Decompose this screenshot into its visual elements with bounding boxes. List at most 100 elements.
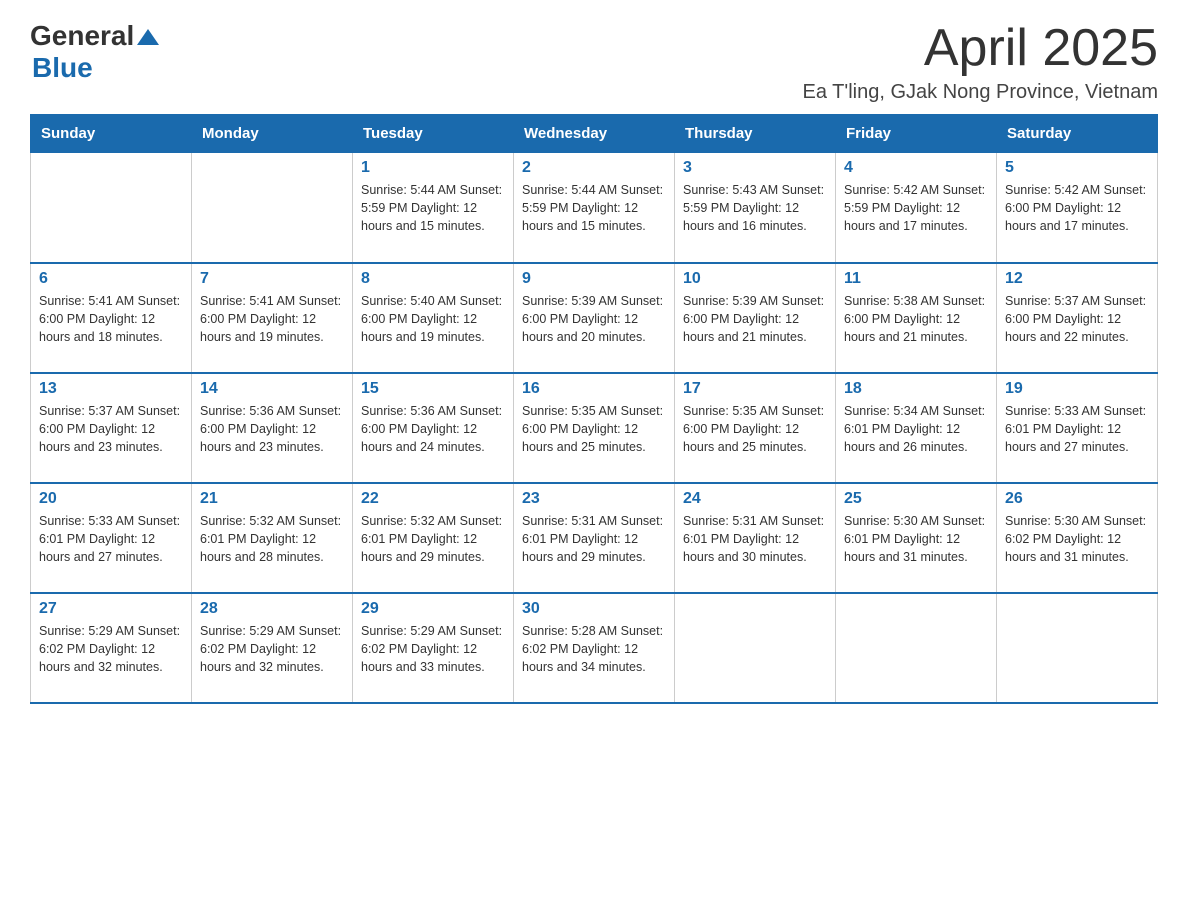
day-number: 18 <box>844 380 988 398</box>
day-info: Sunrise: 5:33 AM Sunset: 6:01 PM Dayligh… <box>1005 402 1149 456</box>
calendar-cell: 8 Sunrise: 5:40 AM Sunset: 6:00 PM Daylig… <box>353 263 514 373</box>
day-info: Sunrise: 5:33 AM Sunset: 6:01 PM Dayligh… <box>39 512 183 566</box>
day-number: 10 <box>683 270 827 288</box>
calendar-cell: 23 Sunrise: 5:31 AM Sunset: 6:01 PM Dayli… <box>514 483 675 593</box>
calendar-cell: 22 Sunrise: 5:32 AM Sunset: 6:01 PM Dayli… <box>353 483 514 593</box>
calendar-cell: 29 Sunrise: 5:29 AM Sunset: 6:02 PM Dayli… <box>353 593 514 703</box>
calendar-cell <box>997 593 1158 703</box>
day-number: 27 <box>39 600 183 618</box>
day-info: Sunrise: 5:43 AM Sunset: 5:59 PM Dayligh… <box>683 181 827 235</box>
day-info: Sunrise: 5:29 AM Sunset: 6:02 PM Dayligh… <box>200 622 344 676</box>
calendar-cell: 20 Sunrise: 5:33 AM Sunset: 6:01 PM Dayli… <box>31 483 192 593</box>
day-number: 22 <box>361 490 505 508</box>
calendar-week-row: 1 Sunrise: 5:44 AM Sunset: 5:59 PM Daylig… <box>31 153 1158 263</box>
day-number: 13 <box>39 380 183 398</box>
page-header: General Blue April 2025 Ea T'ling, GJak … <box>30 20 1158 104</box>
day-info: Sunrise: 5:37 AM Sunset: 6:00 PM Dayligh… <box>39 402 183 456</box>
calendar-cell: 15Sunrise: 5:36 AM Sunset: 6:00 PM Dayli… <box>353 373 514 483</box>
day-number: 16 <box>522 380 666 398</box>
day-info: Sunrise: 5:42 AM Sunset: 6:00 PM Dayligh… <box>1005 181 1149 235</box>
calendar-cell: 6Sunrise: 5:41 AM Sunset: 6:00 PM Daylig… <box>31 263 192 373</box>
weekday-header: Tuesday <box>353 115 514 153</box>
calendar-cell <box>192 153 353 263</box>
calendar-week-row: 27 Sunrise: 5:29 AM Sunset: 6:02 PM Dayli… <box>31 593 1158 703</box>
calendar-cell: 12 Sunrise: 5:37 AM Sunset: 6:00 PM Dayli… <box>997 263 1158 373</box>
calendar-cell: 10 Sunrise: 5:39 AM Sunset: 6:00 PM Dayli… <box>675 263 836 373</box>
day-info: Sunrise: 5:39 AM Sunset: 6:00 PM Dayligh… <box>683 292 827 346</box>
day-number: 6 <box>39 270 183 288</box>
calendar-cell: 3Sunrise: 5:43 AM Sunset: 5:59 PM Daylig… <box>675 153 836 263</box>
day-info: Sunrise: 5:30 AM Sunset: 6:02 PM Dayligh… <box>1005 512 1149 566</box>
day-number: 14 <box>200 380 344 398</box>
calendar-cell: 24 Sunrise: 5:31 AM Sunset: 6:01 PM Dayli… <box>675 483 836 593</box>
day-number: 7 <box>200 270 344 288</box>
weekday-header: Monday <box>192 115 353 153</box>
day-info: Sunrise: 5:32 AM Sunset: 6:01 PM Dayligh… <box>200 512 344 566</box>
calendar-cell: 7Sunrise: 5:41 AM Sunset: 6:00 PM Daylig… <box>192 263 353 373</box>
day-number: 2 <box>522 159 666 177</box>
calendar-week-row: 13 Sunrise: 5:37 AM Sunset: 6:00 PM Dayli… <box>31 373 1158 483</box>
day-info: Sunrise: 5:31 AM Sunset: 6:01 PM Dayligh… <box>522 512 666 566</box>
day-number: 1 <box>361 159 505 177</box>
day-info: Sunrise: 5:42 AM Sunset: 5:59 PM Dayligh… <box>844 181 988 235</box>
day-info: Sunrise: 5:44 AM Sunset: 5:59 PM Dayligh… <box>361 181 505 235</box>
day-info: Sunrise: 5:44 AM Sunset: 5:59 PM Dayligh… <box>522 181 666 235</box>
calendar-cell <box>675 593 836 703</box>
day-number: 4 <box>844 159 988 177</box>
calendar-cell: 27Sunrise: 5:29 AM Sunset: 6:02 PM Dayli… <box>31 593 192 703</box>
day-number: 12 <box>1005 270 1149 288</box>
calendar-cell: 17 Sunrise: 5:35 AM Sunset: 6:00 PM Dayli… <box>675 373 836 483</box>
calendar-header-row: SundayMondayTuesdayWednesdayThursdayFrid… <box>31 115 1158 153</box>
day-number: 15 <box>361 380 505 398</box>
calendar-cell: 21 Sunrise: 5:32 AM Sunset: 6:01 PM Dayli… <box>192 483 353 593</box>
day-number: 29 <box>361 600 505 618</box>
weekday-header: Saturday <box>997 115 1158 153</box>
calendar-cell: 4 Sunrise: 5:42 AM Sunset: 5:59 PM Daylig… <box>836 153 997 263</box>
day-info: Sunrise: 5:30 AM Sunset: 6:01 PM Dayligh… <box>844 512 988 566</box>
day-number: 21 <box>200 490 344 508</box>
calendar-cell <box>836 593 997 703</box>
weekday-header: Wednesday <box>514 115 675 153</box>
title-area: April 2025 Ea T'ling, GJak Nong Province… <box>803 20 1158 104</box>
day-info: Sunrise: 5:37 AM Sunset: 6:00 PM Dayligh… <box>1005 292 1149 346</box>
logo: General Blue <box>30 20 159 84</box>
day-info: Sunrise: 5:32 AM Sunset: 6:01 PM Dayligh… <box>361 512 505 566</box>
calendar-cell: 28Sunrise: 5:29 AM Sunset: 6:02 PM Dayli… <box>192 593 353 703</box>
day-info: Sunrise: 5:31 AM Sunset: 6:01 PM Dayligh… <box>683 512 827 566</box>
calendar-week-row: 20 Sunrise: 5:33 AM Sunset: 6:01 PM Dayli… <box>31 483 1158 593</box>
calendar-cell: 9 Sunrise: 5:39 AM Sunset: 6:00 PM Daylig… <box>514 263 675 373</box>
day-info: Sunrise: 5:39 AM Sunset: 6:00 PM Dayligh… <box>522 292 666 346</box>
day-number: 17 <box>683 380 827 398</box>
calendar-cell: 1 Sunrise: 5:44 AM Sunset: 5:59 PM Daylig… <box>353 153 514 263</box>
day-number: 23 <box>522 490 666 508</box>
calendar-cell: 16Sunrise: 5:35 AM Sunset: 6:00 PM Dayli… <box>514 373 675 483</box>
location-text: Ea T'ling, GJak Nong Province, Vietnam <box>803 81 1158 104</box>
calendar-week-row: 6Sunrise: 5:41 AM Sunset: 6:00 PM Daylig… <box>31 263 1158 373</box>
calendar-table: SundayMondayTuesdayWednesdayThursdayFrid… <box>30 114 1158 704</box>
day-number: 9 <box>522 270 666 288</box>
weekday-header: Thursday <box>675 115 836 153</box>
calendar-cell: 2 Sunrise: 5:44 AM Sunset: 5:59 PM Daylig… <box>514 153 675 263</box>
logo-blue-text: Blue <box>32 52 159 84</box>
calendar-cell: 5 Sunrise: 5:42 AM Sunset: 6:00 PM Daylig… <box>997 153 1158 263</box>
day-number: 8 <box>361 270 505 288</box>
calendar-cell: 25 Sunrise: 5:30 AM Sunset: 6:01 PM Dayli… <box>836 483 997 593</box>
day-number: 26 <box>1005 490 1149 508</box>
day-info: Sunrise: 5:34 AM Sunset: 6:01 PM Dayligh… <box>844 402 988 456</box>
weekday-header: Friday <box>836 115 997 153</box>
day-number: 25 <box>844 490 988 508</box>
day-info: Sunrise: 5:29 AM Sunset: 6:02 PM Dayligh… <box>361 622 505 676</box>
logo-triangle-icon <box>137 26 159 48</box>
logo-general-text: General <box>30 20 134 52</box>
day-number: 30 <box>522 600 666 618</box>
day-info: Sunrise: 5:38 AM Sunset: 6:00 PM Dayligh… <box>844 292 988 346</box>
day-number: 20 <box>39 490 183 508</box>
day-number: 5 <box>1005 159 1149 177</box>
day-number: 24 <box>683 490 827 508</box>
day-info: Sunrise: 5:40 AM Sunset: 6:00 PM Dayligh… <box>361 292 505 346</box>
day-info: Sunrise: 5:35 AM Sunset: 6:00 PM Dayligh… <box>683 402 827 456</box>
month-title: April 2025 <box>803 20 1158 77</box>
calendar-cell: 18 Sunrise: 5:34 AM Sunset: 6:01 PM Dayli… <box>836 373 997 483</box>
calendar-cell: 30 Sunrise: 5:28 AM Sunset: 6:02 PM Dayli… <box>514 593 675 703</box>
day-info: Sunrise: 5:28 AM Sunset: 6:02 PM Dayligh… <box>522 622 666 676</box>
